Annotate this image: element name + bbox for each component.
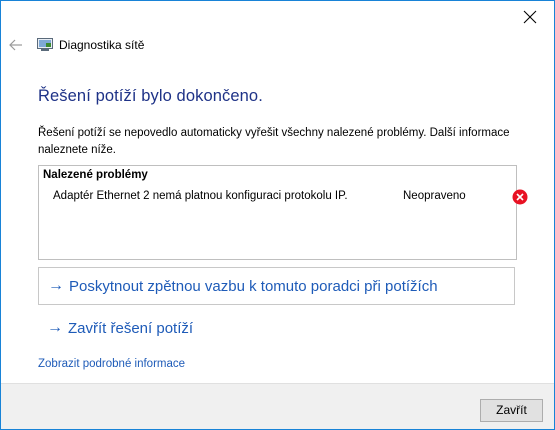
problems-panel: Nalezené problémy Adaptér Ethernet 2 nem… <box>38 165 528 260</box>
close-icon[interactable] <box>520 7 540 27</box>
error-icon <box>512 189 528 205</box>
feedback-link-label: Poskytnout zpětnou vazbu k tomuto poradc… <box>69 278 438 295</box>
problem-description: Adaptér Ethernet 2 nemá platnou konfigur… <box>53 190 348 202</box>
problems-title: Nalezené problémy <box>43 169 148 181</box>
details-link[interactable]: Zobrazit podrobné informace <box>38 358 185 370</box>
window-title: Diagnostika sítě <box>59 38 145 52</box>
problem-row[interactable]: Adaptér Ethernet 2 nemá platnou konfigur… <box>39 190 516 208</box>
arrow-right-icon: → <box>47 319 63 336</box>
troubleshooter-window: Diagnostika sítě Řešení potíží bylo doko… <box>0 0 555 430</box>
problem-status: Neopraveno <box>403 190 466 202</box>
close-button[interactable]: Zavřít <box>480 399 543 422</box>
network-diagnostics-icon <box>37 38 53 51</box>
back-arrow-icon[interactable] <box>7 37 25 53</box>
arrow-right-icon: → <box>48 277 64 294</box>
feedback-link[interactable]: → Poskytnout zpětnou vazbu k tomuto pora… <box>38 267 515 305</box>
status-description: Řešení potíží se nepovedlo automaticky v… <box>38 127 510 156</box>
footer-bar <box>1 383 554 429</box>
close-troubleshooter-link[interactable]: → Zavřít řešení potíží <box>38 313 338 343</box>
close-troubleshooter-label: Zavřít řešení potíží <box>68 320 194 337</box>
page-title: Řešení potíží bylo dokončeno. <box>38 87 263 105</box>
